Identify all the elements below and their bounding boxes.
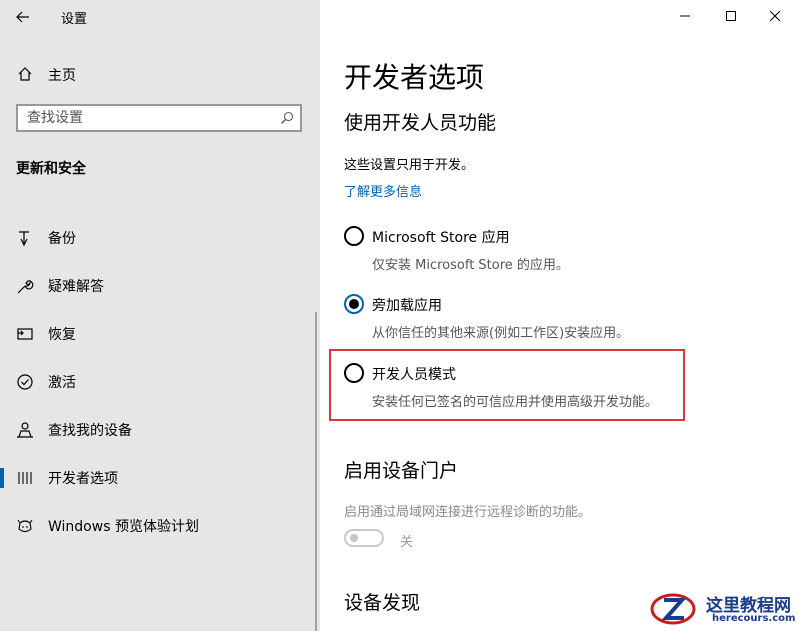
sidebar-item-label: 恢复 xyxy=(48,327,76,343)
back-arrow-icon xyxy=(16,11,29,23)
sidebar-item-activation[interactable]: 激活 xyxy=(0,358,320,406)
radio-dot xyxy=(349,299,359,309)
sidebar-item-label: 疑难解答 xyxy=(48,279,104,295)
radio-developer-mode[interactable] xyxy=(344,363,364,383)
toggle-state-label: 关 xyxy=(400,535,414,550)
back-button[interactable] xyxy=(6,2,40,32)
option-description: 从你信任的其他来源(例如工作区)安装应用。 xyxy=(372,326,630,341)
toggle-knob xyxy=(350,534,358,542)
settings-sidebar: 设置 主页 更新和安全 备份 疑难解答 xyxy=(0,0,320,631)
selected-indicator xyxy=(0,468,4,488)
section-title-device-discovery: 设备发现 xyxy=(344,592,421,614)
minimize-icon xyxy=(680,15,690,17)
option-label[interactable]: Microsoft Store 应用 xyxy=(372,227,510,247)
intro-text: 这些设置只用于开发。 xyxy=(344,158,475,173)
backup-arrow-icon xyxy=(19,231,29,247)
sidebar-section-title: 更新和安全 xyxy=(16,161,86,177)
sidebar-nav: 备份 疑难解答 恢复 激活 查找我的设备 开发者选项 Windows 预览体验计… xyxy=(0,214,320,550)
device-portal-description: 启用通过局域网连接进行远程诊断的功能。 xyxy=(344,505,592,520)
sidebar-item-recovery[interactable]: 恢复 xyxy=(0,310,320,358)
option-description: 仅安装 Microsoft Store 的应用。 xyxy=(372,258,569,273)
sidebar-scrollbar[interactable] xyxy=(315,312,317,631)
sidebar-item-find-my-device[interactable]: 查找我的设备 xyxy=(0,406,320,454)
person-location-icon xyxy=(17,422,33,438)
app-title: 设置 xyxy=(61,12,88,27)
sidebar-item-troubleshoot[interactable]: 疑难解答 xyxy=(0,262,320,310)
sidebar-item-developer-options[interactable]: 开发者选项 xyxy=(0,454,320,502)
watermark-url: herecours.com xyxy=(712,613,796,624)
highlight-box xyxy=(329,349,685,421)
sidebar-item-label: Windows 预览体验计划 xyxy=(48,519,199,535)
maximize-icon xyxy=(726,11,736,21)
main-content: 开发者选项 使用开发人员功能 这些设置只用于开发。 了解更多信息 Microso… xyxy=(320,0,798,631)
device-portal-toggle[interactable] xyxy=(344,529,384,547)
sidebar-item-label: 查找我的设备 xyxy=(48,423,132,439)
radio-sideload-apps[interactable] xyxy=(344,294,364,314)
page-title: 开发者选项 xyxy=(344,61,485,94)
wrench-icon xyxy=(17,280,34,294)
option-description: 安装任何已签名的可信应用并使用高级开发功能。 xyxy=(372,395,659,410)
home-icon xyxy=(18,67,32,81)
learn-more-link[interactable]: 了解更多信息 xyxy=(344,181,422,200)
sidebar-item-backup[interactable]: 备份 xyxy=(0,214,320,262)
search-box[interactable] xyxy=(16,104,302,132)
sidebar-item-windows-insider[interactable]: Windows 预览体验计划 xyxy=(0,502,320,550)
close-icon xyxy=(770,11,780,21)
radio-circle xyxy=(344,226,364,246)
radio-circle xyxy=(344,363,364,383)
insider-icon xyxy=(17,519,33,533)
sidebar-item-label: 开发者选项 xyxy=(48,471,118,487)
developer-icon xyxy=(18,472,32,484)
sidebar-item-label: 备份 xyxy=(48,231,76,247)
option-label[interactable]: 旁加载应用 xyxy=(372,295,442,315)
option-label[interactable]: 开发人员模式 xyxy=(372,364,456,384)
section-title-device-portal: 启用设备门户 xyxy=(344,460,459,482)
recovery-icon xyxy=(17,328,33,340)
check-circle-icon xyxy=(17,374,33,390)
close-button[interactable] xyxy=(752,0,798,32)
sidebar-titlebar: 设置 xyxy=(0,0,320,34)
search-input[interactable] xyxy=(27,109,267,127)
maximize-button[interactable] xyxy=(708,0,754,32)
watermark-z-logo-icon xyxy=(650,593,696,625)
watermark-logo: 这里教程网 herecours.com xyxy=(650,588,798,631)
section-title-developer-features: 使用开发人员功能 xyxy=(344,112,497,134)
minimize-button[interactable] xyxy=(662,0,708,32)
search-icon[interactable] xyxy=(280,111,294,125)
sidebar-item-label: 主页 xyxy=(48,68,76,84)
sidebar-item-label: 激活 xyxy=(48,375,76,391)
radio-microsoft-store[interactable] xyxy=(344,226,364,246)
sidebar-item-home[interactable]: 主页 xyxy=(0,58,320,90)
radio-circle xyxy=(344,294,364,314)
